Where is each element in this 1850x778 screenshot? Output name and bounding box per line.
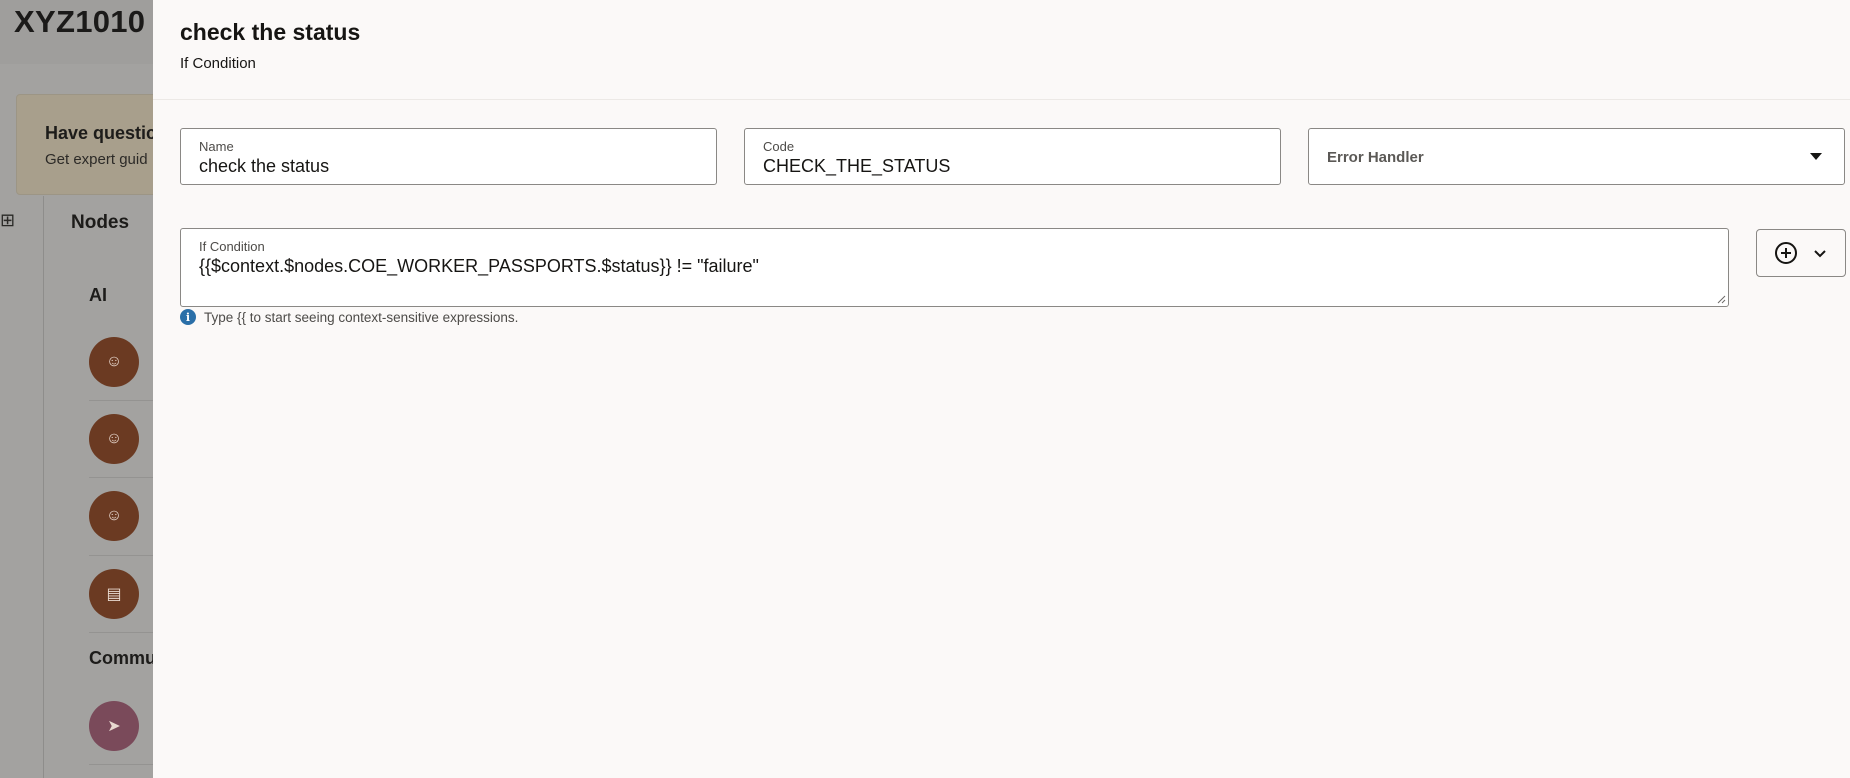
help-banner-title: Have questic xyxy=(45,123,157,143)
robot-icon: ☺ xyxy=(89,337,139,387)
add-node-icon: ⊞ xyxy=(0,210,16,230)
code-field-value[interactable]: CHECK_THE_STATUS xyxy=(763,156,950,177)
condition-hint-text: Type {{ to start seeing context-sensitiv… xyxy=(204,309,519,325)
if-condition-value[interactable]: {{$context.$nodes.COE_WORKER_PASSPORTS.$… xyxy=(199,256,759,277)
name-field[interactable]: Name check the status xyxy=(180,128,717,185)
drawer-header: check the status If Condition xyxy=(153,0,1850,100)
plus-circle-icon xyxy=(1775,242,1797,264)
robot-icon: ☺ xyxy=(89,414,139,464)
drawer-subtitle: If Condition xyxy=(180,55,256,72)
document-icon: ▤ xyxy=(89,569,139,619)
if-condition-label: If Condition xyxy=(199,239,265,254)
page-title: XYZ1010 xyxy=(14,4,146,39)
section-ai: AI xyxy=(89,285,107,305)
section-communication: Commu xyxy=(89,648,156,668)
node-settings-drawer: check the status If Condition Name check… xyxy=(153,0,1850,778)
code-field[interactable]: Code CHECK_THE_STATUS xyxy=(744,128,1281,185)
add-expression-menu-button[interactable] xyxy=(1756,229,1846,277)
send-icon: ➤ xyxy=(89,701,139,751)
if-condition-textarea[interactable]: If Condition {{$context.$nodes.COE_WORKE… xyxy=(180,228,1729,307)
error-handler-select[interactable]: Error Handler xyxy=(1308,128,1845,185)
rail-divider xyxy=(43,196,44,778)
nodes-title: Nodes xyxy=(71,212,130,233)
help-banner-subtitle: Get expert guid xyxy=(45,151,148,168)
help-banner: Have questic Get expert guid xyxy=(16,94,176,195)
chevron-down-icon xyxy=(1814,250,1826,258)
caret-down-icon[interactable] xyxy=(1810,153,1822,160)
robot-icon: ☺ xyxy=(89,491,139,541)
name-field-label: Name xyxy=(199,139,234,154)
resize-handle-icon[interactable] xyxy=(1717,295,1726,304)
error-handler-placeholder: Error Handler xyxy=(1327,149,1424,166)
info-icon: i xyxy=(180,309,196,325)
name-field-value[interactable]: check the status xyxy=(199,156,329,177)
condition-hint: i Type {{ to start seeing context-sensit… xyxy=(180,309,518,325)
code-field-label: Code xyxy=(763,139,795,154)
drawer-title: check the status xyxy=(180,19,361,45)
